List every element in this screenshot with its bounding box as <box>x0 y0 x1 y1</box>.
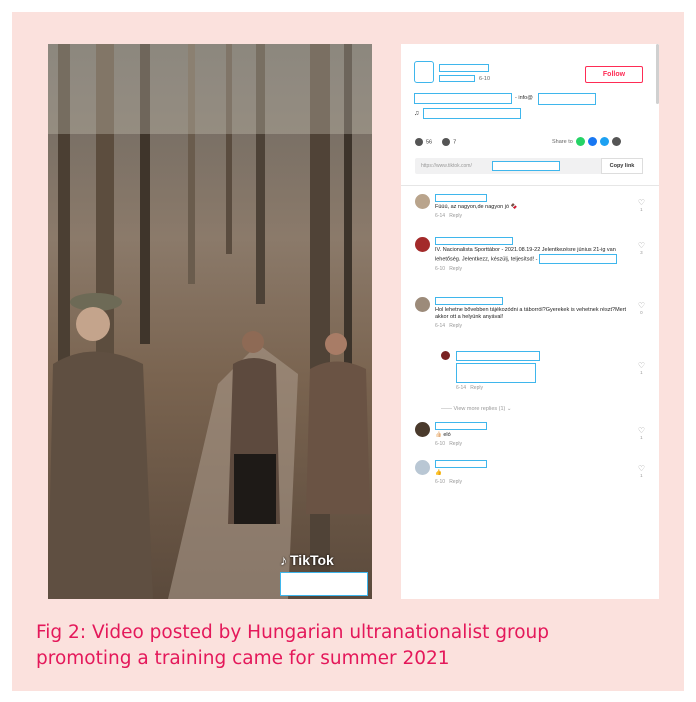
redacted-reply-text <box>456 363 536 383</box>
tiktok-side-panel: 6-10 Follow - info@ ♫ 56 7 Share to http… <box>401 44 659 599</box>
comment-item: IV. Nacionalista Sporttábor - 2021.08.19… <box>415 237 645 293</box>
reply-link[interactable]: Reply <box>449 213 462 219</box>
redacted-author-handle <box>439 75 475 82</box>
comment-like-button[interactable]: ♡ 3 <box>638 241 645 255</box>
heart-icon <box>415 138 423 146</box>
comment-date: 6-14 <box>435 213 446 219</box>
redacted-link <box>538 254 617 264</box>
comment-like-button[interactable]: ♡ 1 <box>638 198 645 212</box>
commenter-avatar[interactable] <box>415 194 430 209</box>
comment-text: Fúúú, az nagyon,de nagyon jó 🍫 <box>435 204 518 210</box>
share-row: Share to <box>552 137 621 146</box>
reply-link[interactable]: Reply <box>449 479 462 485</box>
comment-date: 6-14 <box>435 323 446 329</box>
comment-date: 6-14 <box>456 385 467 391</box>
figure-caption: Fig 2: Video posted by Hungarian ultrana… <box>36 620 656 672</box>
engagement-stats: 56 7 <box>415 138 456 146</box>
reply-link[interactable]: Reply <box>449 441 462 447</box>
tiktok-watermark-label: TikTok <box>290 552 334 568</box>
commenter-avatar[interactable] <box>415 297 430 312</box>
redacted-replier-name[interactable] <box>456 351 540 361</box>
commenter-avatar[interactable] <box>415 422 430 437</box>
follow-button[interactable]: Follow <box>585 66 643 83</box>
comment-date: 6-10 <box>435 479 446 485</box>
redacted-commenter-name[interactable] <box>435 297 503 305</box>
comment-item: 👍🏻 eló 6-10 Reply ♡ 1 <box>415 422 645 456</box>
comment-text: IV. Nacionalista Sporttábor - 2021.08.19… <box>435 247 617 264</box>
reply-link[interactable]: Reply <box>470 385 483 391</box>
redacted-bio-start <box>414 93 512 104</box>
author-avatar[interactable] <box>414 61 434 83</box>
reply-link[interactable]: Reply <box>449 323 462 329</box>
redacted-commenter-name[interactable] <box>435 237 513 245</box>
comment-like-button[interactable]: ♡ 1 <box>638 464 645 478</box>
post-date: 6-10 <box>479 76 491 82</box>
tiktok-logo-icon: ♪ <box>280 552 287 568</box>
caption-line-2: promoting a training came for summer 202… <box>36 648 450 669</box>
comment-text: 👍🏻 eló <box>435 432 451 438</box>
comment-like-button[interactable]: ♡ 1 <box>638 426 645 440</box>
comment-like-button[interactable]: ♡ 1 <box>638 361 645 375</box>
tiktok-watermark: ♪ TikTok <box>280 552 334 568</box>
comment-item: Fúúú, az nagyon,de nagyon jó 🍫 6-14 Repl… <box>415 194 645 226</box>
panel-divider <box>401 185 659 186</box>
comment-icon <box>442 138 451 146</box>
commenter-avatar[interactable] <box>415 237 430 252</box>
redacted-commenter-name[interactable] <box>435 194 487 202</box>
bio-email-fragment: - info@ <box>515 95 533 101</box>
facebook-share-icon[interactable] <box>587 137 597 146</box>
music-note-icon: ♫ <box>414 110 420 117</box>
redacted-bio-email <box>538 93 596 105</box>
redacted-username-box <box>280 572 368 596</box>
comment-date: 6-10 <box>435 441 446 447</box>
comment-item: 👍 6-10 Reply ♡ 1 <box>415 460 645 494</box>
forest-scene <box>48 44 372 599</box>
like-count[interactable]: 56 <box>415 138 432 146</box>
comment-count[interactable]: 7 <box>442 138 456 146</box>
more-share-icon[interactable] <box>611 137 621 146</box>
reply-link[interactable]: Reply <box>449 266 462 272</box>
comment-date: 6-10 <box>435 266 446 272</box>
redacted-commenter-name[interactable] <box>435 460 487 468</box>
share-url-bar[interactable]: https://www.tiktok.com/ Copy link <box>415 158 643 174</box>
video-frame[interactable]: ♪ TikTok <box>48 44 372 599</box>
commenter-avatar[interactable] <box>415 460 430 475</box>
redacted-url-path <box>492 161 560 171</box>
replier-avatar[interactable] <box>441 351 450 360</box>
comment-item: Hol lehetne bővebben tájékozódni a tábor… <box>415 297 645 341</box>
share-url-text: https://www.tiktok.com/ <box>421 163 472 169</box>
comment-text: Hol lehetne bővebben tájékozódni a tábor… <box>435 307 627 320</box>
copy-link-button[interactable]: Copy link <box>601 158 643 174</box>
reply-item: 6-14 Reply ♡ 1 <box>441 351 645 397</box>
caption-line-1: Fig 2: Video posted by Hungarian ultrana… <box>36 622 549 643</box>
view-more-replies[interactable]: —— View more replies (1) ⌄ <box>441 406 512 412</box>
comment-text: 👍 <box>435 470 442 476</box>
redacted-author-name <box>439 64 489 72</box>
whatsapp-share-icon[interactable] <box>575 137 585 146</box>
scrollbar[interactable] <box>656 44 659 104</box>
twitter-share-icon[interactable] <box>599 137 609 146</box>
comment-like-button[interactable]: ♡ 0 <box>638 301 645 315</box>
redacted-commenter-name[interactable] <box>435 422 487 430</box>
redacted-sound-name <box>423 108 521 119</box>
share-label: Share to <box>552 138 573 145</box>
